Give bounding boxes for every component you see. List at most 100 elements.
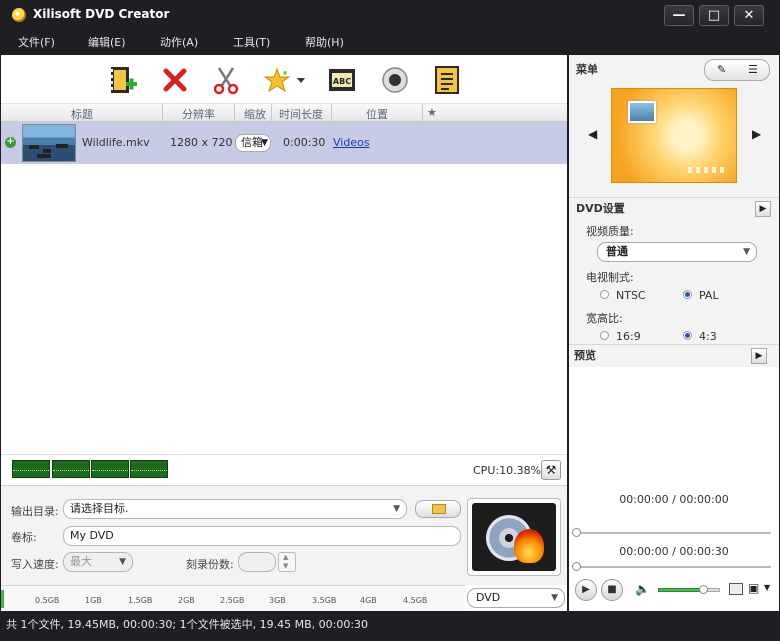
play-arrow-icon: ▶ xyxy=(755,351,763,361)
chevron-down-icon: ▼ xyxy=(551,593,558,603)
menu-action[interactable]: 动作(A) xyxy=(160,34,198,50)
write-speed-label: 写入速度: xyxy=(11,558,59,571)
edit-menu-icon[interactable]: ✎ xyxy=(717,63,726,76)
tv-system-label: 电视制式: xyxy=(586,271,634,284)
menu-edit[interactable]: 编辑(E) xyxy=(88,34,126,50)
add-file-icon[interactable] xyxy=(108,65,138,95)
file-location-link[interactable]: Videos xyxy=(333,136,370,149)
burn-disc-icon xyxy=(472,503,556,571)
column-title[interactable]: 标题 xyxy=(71,106,93,122)
menu-help[interactable]: 帮助(H) xyxy=(305,34,344,50)
volume-slider-rest xyxy=(707,588,720,592)
column-zoom[interactable]: 缩放 xyxy=(244,106,266,122)
expand-icon[interactable]: + xyxy=(5,137,16,148)
cpu-bar: CPU:10.38% ⚒ xyxy=(1,454,567,484)
effects-icon[interactable] xyxy=(263,65,309,95)
main-panel: ABC 标题 分辨率 缩放 时间长度 位置 ★ + Wildlife.mkv 1… xyxy=(1,55,567,611)
capacity-tick: 2GB xyxy=(178,596,195,605)
chevron-down-icon: ▼ xyxy=(393,504,400,514)
close-button[interactable]: ✕ xyxy=(734,5,764,26)
volume-icon[interactable]: 🔈 xyxy=(635,582,650,596)
preview-seek-track[interactable] xyxy=(573,532,771,534)
column-separator xyxy=(331,104,332,122)
volume-value: My DVD xyxy=(70,529,114,542)
write-speed-select[interactable]: 最大 ▼ xyxy=(63,552,133,572)
aspect-4-3-radio[interactable] xyxy=(683,331,692,340)
status-bar: 共 1个文件, 19.45MB, 00:00:30; 1个文件被选中, 19.4… xyxy=(0,613,780,641)
clip-icon[interactable] xyxy=(211,65,241,95)
write-speed-value: 最大 xyxy=(70,555,92,568)
next-template-icon[interactable]: ▶ xyxy=(752,127,761,141)
maximize-button[interactable]: □ xyxy=(699,5,729,26)
menu-button-group: ✎ ☰ xyxy=(704,59,770,81)
right-panel: 菜单 ✎ ☰ ◀ ▶ DVD设置 ▶ 视频质量: 普通 ▼ 电视制式: NTSC… xyxy=(569,55,779,611)
clip-seek-knob[interactable] xyxy=(572,562,581,571)
dvd-settings-expand[interactable]: ▶ xyxy=(755,201,771,217)
aspect-16-9-label: 16:9 xyxy=(616,330,641,343)
aspect-16-9-radio[interactable] xyxy=(600,331,609,340)
preview-title: 预览 xyxy=(574,349,596,362)
video-thumbnail xyxy=(22,124,76,162)
capacity-tick: 3GB xyxy=(269,596,286,605)
minimize-button[interactable]: — xyxy=(664,5,694,26)
chevron-down-icon: ▼ xyxy=(743,247,750,257)
menu-template-preview[interactable] xyxy=(611,88,737,183)
clip-seek-track[interactable] xyxy=(573,566,771,568)
prev-template-icon[interactable]: ◀ xyxy=(588,127,597,141)
volume-knob[interactable] xyxy=(699,585,708,594)
cpu-graph xyxy=(91,460,129,478)
play-icon: ▶ xyxy=(582,584,590,595)
pal-label: PAL xyxy=(699,289,719,302)
cpu-graph xyxy=(52,460,90,478)
cpu-graph xyxy=(130,460,168,478)
title-bar: Xilisoft DVD Creator — □ ✕ xyxy=(0,0,780,30)
chevron-down-icon: ▼ xyxy=(283,562,289,570)
copies-stepper[interactable]: ▲ ▼ xyxy=(278,552,296,572)
aspect-4-3-label: 4:3 xyxy=(699,330,717,343)
record-icon[interactable] xyxy=(380,65,410,95)
volume-input[interactable]: My DVD xyxy=(63,526,461,546)
output-dir-select[interactable]: 请选择目标. ▼ xyxy=(63,499,407,519)
capacity-bar: 0.5GB 1GB 1.5GB 2GB 2.5GB 3GB 3.5GB 4GB … xyxy=(1,585,465,611)
disc-type-value: DVD xyxy=(476,591,501,604)
play-button[interactable]: ▶ xyxy=(575,579,597,601)
menu-tools[interactable]: 工具(T) xyxy=(233,34,270,50)
column-duration[interactable]: 时间长度 xyxy=(279,106,323,122)
column-separator xyxy=(162,104,163,122)
preview-time-current: 00:00:00 / 00:00:00 xyxy=(619,493,729,506)
pal-radio[interactable] xyxy=(683,290,692,299)
close-icon: ✕ xyxy=(743,8,755,23)
column-star[interactable]: ★ xyxy=(427,106,437,119)
copies-input[interactable] xyxy=(238,552,276,572)
subtitle-icon[interactable]: ABC xyxy=(327,65,357,95)
column-separator xyxy=(234,104,235,122)
toolbar: ABC xyxy=(1,55,567,104)
snapshot-folder-icon[interactable] xyxy=(729,583,743,595)
disc-type-select[interactable]: DVD ▼ xyxy=(467,588,565,608)
stop-button[interactable]: ■ xyxy=(601,579,623,601)
table-row[interactable]: + Wildlife.mkv 1280 x 720 信箱 ▼ 0:00:30 V… xyxy=(1,122,567,164)
preview-seek-knob[interactable] xyxy=(572,528,581,537)
wrench-button[interactable]: ⚒ xyxy=(541,460,561,480)
properties-icon[interactable] xyxy=(432,65,462,95)
column-resolution[interactable]: 分辨率 xyxy=(182,106,215,122)
browse-folder-button[interactable] xyxy=(415,500,461,518)
delete-icon[interactable] xyxy=(160,65,190,95)
preview-area xyxy=(569,367,779,611)
stop-icon: ■ xyxy=(607,584,617,595)
preview-expand[interactable]: ▶ xyxy=(751,348,767,364)
list-icon[interactable]: ☰ xyxy=(748,63,758,76)
burn-button[interactable] xyxy=(467,498,561,576)
camera-icon[interactable]: ▣ xyxy=(748,581,759,595)
capacity-tick: 4GB xyxy=(360,596,377,605)
column-separator xyxy=(422,104,423,122)
zoom-select[interactable]: 信箱 ▼ xyxy=(235,134,271,152)
menu-file[interactable]: 文件(F) xyxy=(18,34,55,50)
column-location[interactable]: 位置 xyxy=(366,106,388,122)
preview-time-total: 00:00:00 / 00:00:30 xyxy=(619,545,729,558)
file-duration: 0:00:30 xyxy=(283,136,326,149)
chevron-down-icon[interactable]: ▼ xyxy=(764,583,770,592)
ntsc-radio[interactable] xyxy=(600,290,609,299)
capacity-tick: 1.5GB xyxy=(128,596,153,605)
quality-select[interactable]: 普通 ▼ xyxy=(597,242,757,262)
